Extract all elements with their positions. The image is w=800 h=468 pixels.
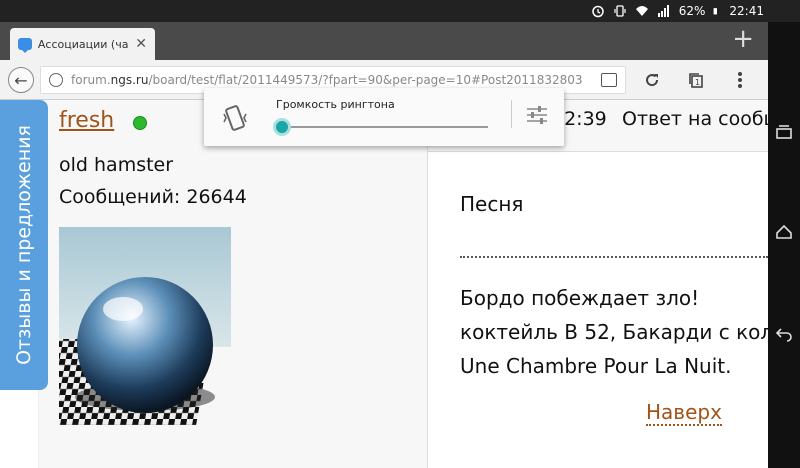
volume-label: Громкость рингтона — [276, 98, 395, 111]
web-content: fresh old hamster Сообщений: 26644 Отзыв… — [0, 100, 800, 468]
feedback-tab[interactable]: Отзывы и предложения — [0, 100, 48, 390]
more-vert-icon — [738, 72, 742, 88]
home-button[interactable] — [774, 222, 794, 242]
globe-icon — [49, 73, 63, 87]
arrow-left-icon: ← — [14, 70, 28, 90]
signal-icon — [657, 5, 669, 17]
post-panel: 22:39 Ответ на сообщение Песня Бордо поб… — [428, 100, 800, 468]
alarm-icon — [591, 5, 604, 18]
plus-icon[interactable]: + — [732, 24, 754, 54]
system-nav-bar — [768, 22, 800, 468]
recents-icon — [776, 125, 792, 139]
reader-mode-icon[interactable] — [601, 73, 617, 87]
user-rank: old hamster — [59, 154, 174, 176]
post-body-line: Une Chambre Pour La Nuit. — [460, 354, 732, 378]
tabs-counter-button[interactable]: 1 — [684, 68, 708, 92]
tab-strip: Ассоциации (ча: ✕ + — [0, 22, 768, 60]
post-count: Сообщений: 26644 — [59, 186, 247, 208]
screen: 62% 22:41 Ассоциации (ча: ✕ + ← forum.ng… — [0, 0, 800, 468]
back-icon — [775, 328, 792, 342]
menu-button[interactable] — [728, 68, 752, 92]
volume-dialog: Громкость рингтона — [204, 88, 564, 146]
home-icon — [776, 224, 792, 239]
username-link[interactable]: fresh — [59, 108, 114, 133]
vibrate-icon — [614, 5, 626, 17]
feedback-label: Отзывы и предложения — [13, 125, 35, 365]
divider — [460, 256, 768, 258]
battery-icon — [713, 8, 718, 15]
close-icon[interactable]: ✕ — [135, 36, 147, 52]
volume-track[interactable] — [276, 126, 488, 128]
reload-button[interactable] — [640, 68, 664, 92]
divider — [511, 100, 512, 128]
svg-text:1: 1 — [695, 78, 700, 87]
post-body-line: коктейль В 52, Бакарди с колой — [460, 320, 799, 344]
browser-tab[interactable]: Ассоциации (ча: ✕ — [10, 28, 155, 60]
status-bar: 62% 22:41 — [0, 0, 800, 22]
tabs-icon: 1 — [689, 73, 703, 88]
sliders-icon[interactable] — [524, 102, 550, 128]
back-button[interactable]: ← — [8, 67, 34, 93]
post-subject: Песня — [460, 192, 524, 216]
volume-slider-thumb[interactable] — [273, 118, 291, 136]
author-panel: fresh old hamster Сообщений: 26644 — [38, 100, 428, 468]
reload-icon — [646, 74, 659, 87]
back-nav-button[interactable] — [774, 324, 794, 344]
back-to-top-link[interactable]: Наверх — [646, 400, 722, 426]
avatar — [59, 227, 231, 425]
url-text: forum.ngs.ru/board/test/flat/2011449573/… — [71, 73, 583, 87]
recents-button[interactable] — [774, 122, 794, 142]
status-icons: 62% 22:41 — [591, 0, 764, 22]
tab-title: Ассоциации (ча: — [37, 37, 130, 51]
post-body-line: Бордо побеждает зло! — [460, 286, 700, 310]
clock: 22:41 — [729, 4, 764, 18]
speech-bubble-icon — [18, 38, 32, 53]
wifi-icon — [635, 6, 648, 16]
vibrate-icon[interactable] — [222, 104, 248, 132]
battery-percent: 62% — [678, 4, 706, 18]
online-status-indicator — [133, 116, 147, 130]
